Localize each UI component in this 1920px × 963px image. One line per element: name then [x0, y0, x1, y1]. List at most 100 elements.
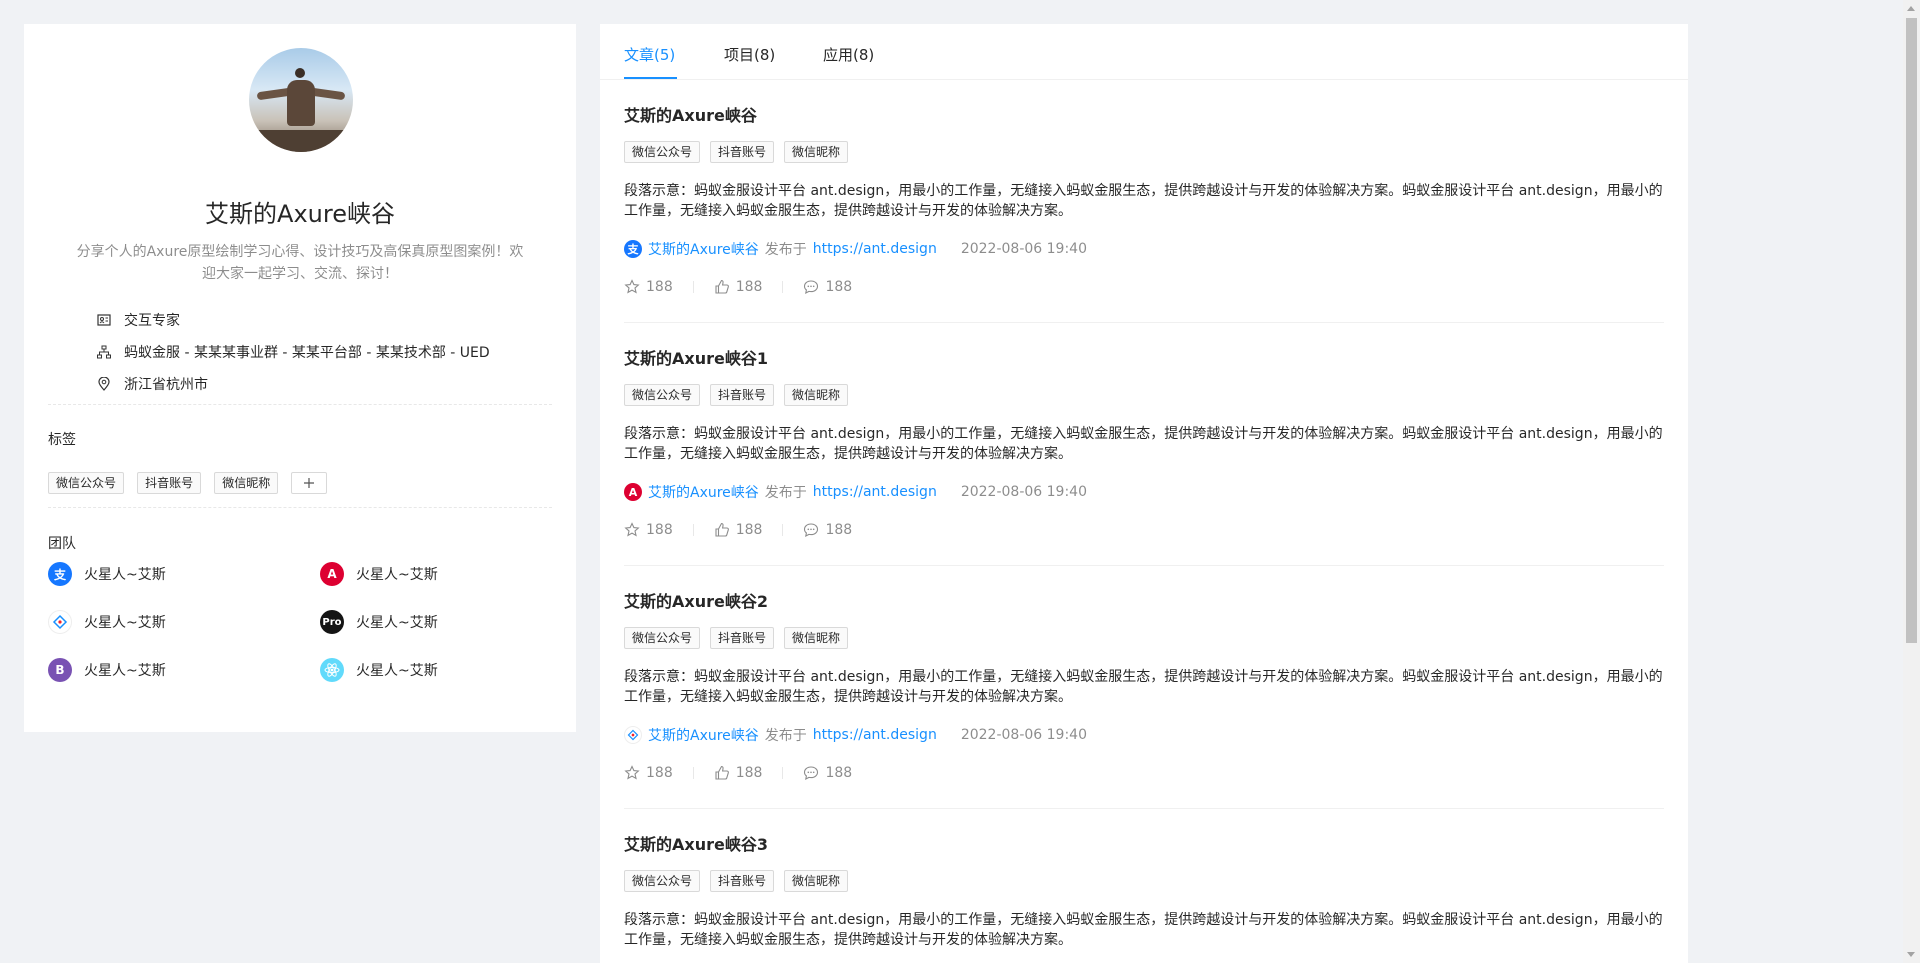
team-section-title: 团队: [48, 536, 76, 552]
tab-projects[interactable]: 项目(8): [724, 44, 775, 65]
tag[interactable]: 抖音账号: [710, 384, 775, 406]
info-title-row: 交互专家: [72, 309, 180, 331]
star-count: 188: [646, 522, 673, 538]
info-title: 交互专家: [124, 313, 180, 329]
scroll-down-arrow-icon[interactable]: [1907, 952, 1915, 957]
alipay-icon: 支: [624, 240, 642, 258]
star-icon: [624, 279, 640, 294]
info-location-row: 浙江省杭州市: [72, 373, 208, 395]
article-title[interactable]: 艾斯的Axure峡谷3: [624, 833, 1664, 857]
like-action[interactable]: 188: [714, 522, 763, 538]
tag[interactable]: 微信昵称: [784, 870, 849, 892]
profile-name: 艾斯的Axure峡谷: [205, 200, 395, 228]
tag[interactable]: 微信公众号: [624, 870, 701, 892]
page-scrollbar[interactable]: [1903, 0, 1920, 963]
article-title[interactable]: 艾斯的Axure峡谷: [624, 104, 1664, 128]
article-title[interactable]: 艾斯的Axure峡谷2: [624, 590, 1664, 614]
scrollbar-thumb[interactable]: [1906, 18, 1917, 643]
tag[interactable]: 微信昵称: [784, 384, 849, 406]
article-link[interactable]: https://ant.design: [813, 241, 937, 257]
tag[interactable]: 微信公众号: [48, 472, 125, 494]
article-actions: 188 188 188: [624, 277, 1664, 297]
team-member[interactable]: 火星人~艾斯: [320, 658, 438, 682]
comment-action[interactable]: 188: [803, 765, 852, 781]
tag[interactable]: 微信公众号: [624, 141, 701, 163]
plus-icon: [304, 478, 315, 488]
like-icon: [715, 279, 729, 294]
star-action[interactable]: 188: [624, 522, 673, 538]
article-divider: [624, 808, 1664, 809]
cluster-icon: [96, 344, 112, 360]
tab-articles[interactable]: 文章(5): [624, 44, 675, 65]
article-item: 艾斯的Axure峡谷1 微信公众号 抖音账号 微信昵称 段落示意：蚂蚁金服设计平台 …: [624, 347, 1664, 540]
tag[interactable]: 抖音账号: [710, 627, 775, 649]
team-member-name: 火星人~艾斯: [356, 615, 438, 631]
tag[interactable]: 抖音账号: [710, 870, 775, 892]
article-time: 2022-08-06 19:40: [960, 484, 1087, 500]
info-location: 浙江省杭州市: [124, 377, 208, 393]
star-count: 188: [646, 765, 673, 781]
star-action[interactable]: 188: [624, 279, 673, 295]
article-tags: 微信公众号 抖音账号 微信昵称: [624, 384, 1664, 406]
team-member[interactable]: B 火星人~艾斯: [48, 658, 166, 682]
action-separator: [782, 281, 784, 293]
content-card: 文章(5) 项目(8) 应用(8) 艾斯的Axure峡谷 微信公众号 抖音账号 微信…: [600, 24, 1688, 963]
profile-description: 分享个人的Axure原型绘制学习心得、设计技巧及高保真原型图案例！欢迎大家一起学…: [76, 244, 524, 282]
tag[interactable]: 微信昵称: [214, 472, 279, 494]
article-content: 段落示意：蚂蚁金服设计平台 ant.design，用最小的工作量，无缝接入蚂蚁金…: [624, 183, 1663, 219]
article-content: 段落示意：蚂蚁金服设计平台 ant.design，用最小的工作量，无缝接入蚂蚁金…: [624, 426, 1663, 462]
action-separator: [782, 767, 784, 779]
article-divider: [624, 322, 1664, 323]
avatar: [249, 48, 353, 152]
react-icon: [320, 658, 344, 682]
tag[interactable]: 微信昵称: [784, 141, 849, 163]
tag[interactable]: 微信公众号: [624, 627, 701, 649]
tag[interactable]: 抖音账号: [710, 141, 775, 163]
profile-tags: 微信公众号 抖音账号 微信昵称: [48, 472, 328, 494]
article-link[interactable]: https://ant.design: [813, 484, 937, 500]
add-tag-button[interactable]: [291, 472, 328, 494]
article-title[interactable]: 艾斯的Axure峡谷1: [624, 347, 1664, 371]
angular-icon: A: [624, 483, 642, 501]
comment-action[interactable]: 188: [803, 522, 852, 538]
published-label: 发布于: [764, 242, 807, 258]
article-content: 段落示意：蚂蚁金服设计平台 ant.design，用最小的工作量，无缝接入蚂蚁金…: [624, 669, 1663, 705]
like-icon: [715, 522, 729, 537]
article-actions: 188 188 188: [624, 520, 1664, 540]
team-member[interactable]: 支 火星人~艾斯: [48, 562, 166, 586]
article-author[interactable]: 艾斯的Axure峡谷: [648, 725, 759, 745]
tag[interactable]: 抖音账号: [137, 472, 202, 494]
star-action[interactable]: 188: [624, 765, 673, 781]
article-tags: 微信公众号 抖音账号 微信昵称: [624, 141, 1664, 163]
team-member-name: 火星人~艾斯: [356, 567, 438, 583]
team-member[interactable]: 火星人~艾斯: [48, 610, 166, 634]
article-link[interactable]: https://ant.design: [813, 727, 937, 743]
team-member[interactable]: A 火星人~艾斯: [320, 562, 438, 586]
scroll-up-arrow-icon[interactable]: [1907, 6, 1915, 11]
comment-action[interactable]: 188: [803, 279, 852, 295]
tags-section-title: 标签: [48, 432, 76, 448]
article-author[interactable]: 艾斯的Axure峡谷: [648, 482, 759, 502]
team-member-name: 火星人~艾斯: [356, 663, 438, 679]
like-action[interactable]: 188: [714, 765, 763, 781]
article-author[interactable]: 艾斯的Axure峡谷: [648, 239, 759, 259]
action-separator: [692, 767, 694, 779]
article-item: 艾斯的Axure峡谷 微信公众号 抖音账号 微信昵称 段落示意：蚂蚁金服设计平台 a…: [624, 104, 1664, 297]
location-icon: [96, 376, 112, 392]
tag[interactable]: 微信公众号: [624, 384, 701, 406]
article-item: 艾斯的Axure峡谷2 微信公众号 抖音账号 微信昵称 段落示意：蚂蚁金服设计平台 …: [624, 590, 1664, 783]
tag[interactable]: 微信昵称: [784, 627, 849, 649]
article-actions: 188 188 188: [624, 763, 1664, 783]
team-member-name: 火星人~艾斯: [84, 663, 166, 679]
like-count: 188: [735, 765, 763, 781]
team-member[interactable]: Pro 火星人~艾斯: [320, 610, 438, 634]
team-member-name: 火星人~艾斯: [84, 567, 166, 583]
published-label: 发布于: [764, 485, 807, 501]
like-count: 188: [735, 522, 763, 538]
like-action[interactable]: 188: [714, 279, 762, 295]
star-count: 188: [646, 279, 673, 295]
tab-applications[interactable]: 应用(8): [823, 44, 874, 65]
tab-active-indicator: [624, 77, 677, 79]
profile-card: 艾斯的Axure峡谷 分享个人的Axure原型绘制学习心得、设计技巧及高保真原型…: [24, 24, 576, 732]
info-department: 蚂蚁金服 - 某某某事业群 - 某某平台部 - 某某技术部 - UED: [124, 345, 490, 361]
